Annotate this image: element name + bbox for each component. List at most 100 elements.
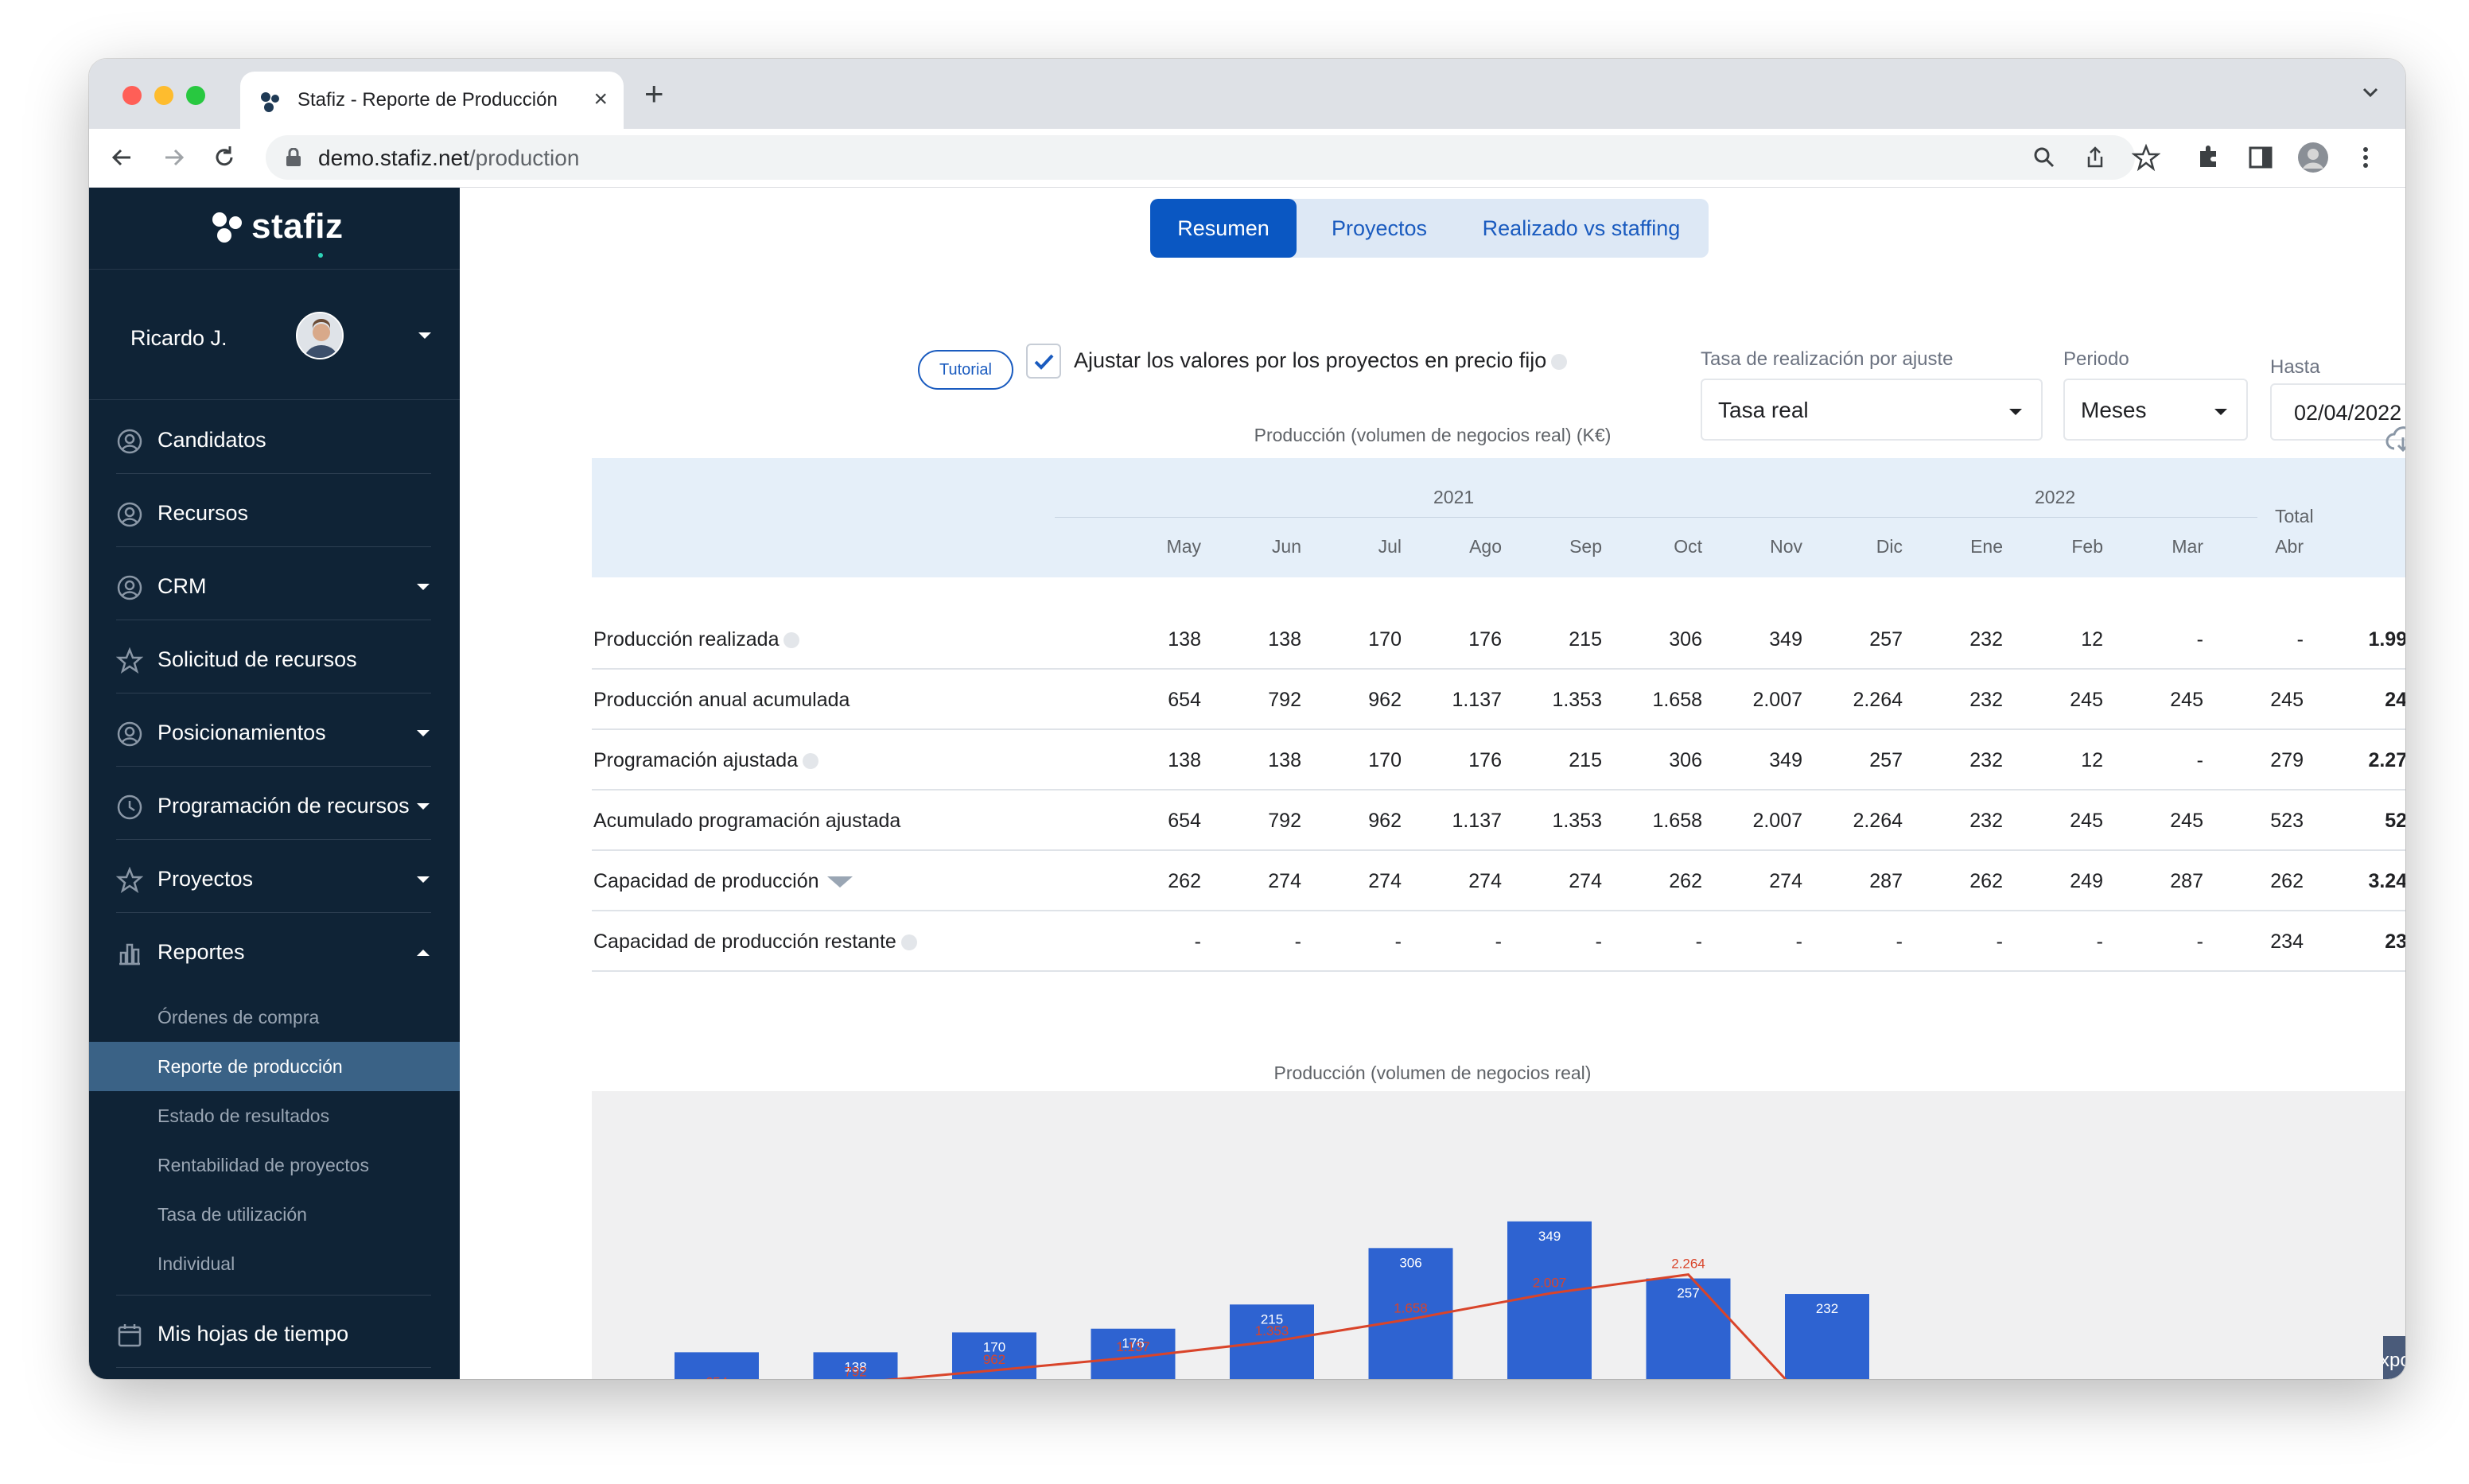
calendar-icon (118, 1324, 142, 1347)
table-cell: 176 (1468, 628, 1502, 651)
info-icon[interactable] (1551, 353, 1568, 370)
table-cell: 274 (1268, 870, 1301, 892)
table-row: Acumulado programación ajustada 654 792 962… (592, 791, 2405, 851)
chevron-down-icon (2214, 409, 2227, 415)
month-header: Jul (1378, 536, 1402, 557)
sidebar-item-posicionamientos[interactable]: Posicionamientos (116, 695, 431, 767)
month-header: Ene (1970, 536, 2003, 557)
close-window-button[interactable] (122, 86, 142, 105)
chart-bar-label: 257 (1677, 1286, 1699, 1301)
sidebar-subitem-rentabilidad-de-proyectos[interactable]: Rentabilidad de proyectos (89, 1140, 460, 1190)
month-header: Nov (1770, 536, 1802, 557)
browser-window: Stafiz - Reporte de Producción × + demo.… (89, 59, 2405, 1379)
new-tab-button[interactable]: + (644, 75, 664, 113)
user-name[interactable]: Ricardo J. (130, 326, 227, 351)
year-2021: 2021 (1433, 487, 1475, 507)
sidebar-item-recursos[interactable]: Recursos (116, 476, 431, 547)
address-bar[interactable]: demo.stafiz.net/production (266, 135, 2135, 180)
table-cell: 262 (1969, 870, 2003, 892)
profile-avatar-icon[interactable] (2297, 142, 2329, 173)
chart-line-label: 1.658 (1394, 1301, 1428, 1316)
sidebar-subitem-tasa-de-utilizacion[interactable]: Tasa de utilización (89, 1190, 460, 1239)
sidebar-item-candidatos[interactable]: Candidatos (116, 402, 431, 474)
table-cell: 306 (1669, 749, 1702, 771)
tab-proyectos[interactable]: Proyectos (1306, 199, 1452, 258)
row-label-text: Capacidad de producción (593, 870, 819, 892)
export-button[interactable]: Export (2383, 1336, 2405, 1379)
bookmark-star-icon[interactable] (2095, 145, 2121, 170)
table-cell: 232 (1969, 628, 2003, 651)
table-cell: 349 (1769, 749, 1802, 771)
cloud-download-icon[interactable] (2385, 423, 2405, 455)
back-arrow-icon[interactable] (107, 142, 138, 173)
sidebar-item-crm[interactable]: CRM (116, 549, 431, 620)
until-label: Hasta (2270, 356, 2320, 378)
url-path: /production (469, 146, 580, 170)
tab-resumen[interactable]: Resumen (1150, 199, 1297, 258)
tutorial-button[interactable]: Tutorial (918, 350, 1013, 390)
extensions-icon[interactable] (2194, 143, 2222, 172)
user-menu-caret[interactable] (418, 332, 431, 339)
table-cell: 176 (1468, 749, 1502, 771)
table-cell: 1.137 (1452, 810, 1502, 832)
chart-line-label: 962 (983, 1352, 1005, 1367)
table-cell: - (1294, 930, 1301, 953)
sidebar-item-proyectos[interactable]: Proyectos (116, 841, 431, 913)
tab-close-button[interactable]: × (593, 86, 608, 113)
browser-tab[interactable]: Stafiz - Reporte de Producción × (240, 72, 624, 129)
sidebar-divider (116, 1295, 431, 1296)
table-cell: 232 (1969, 749, 2003, 771)
table-title: Producción (volumen de negocios real) (K… (1254, 425, 1612, 445)
tab-realizado-vs-staffing[interactable]: Realizado vs staffing (1462, 199, 1701, 258)
star-icon[interactable] (2132, 143, 2160, 172)
until-date-value: 02/04/2022 (2294, 401, 2402, 425)
chevron-down-icon[interactable] (826, 876, 853, 888)
info-icon[interactable] (783, 632, 800, 649)
sidebar-subitem-ordenes-de-compra[interactable]: Órdenes de compra (89, 993, 460, 1042)
table-cell: - (1194, 930, 1201, 953)
row-label: Capacidad de producción (593, 870, 853, 893)
info-icon[interactable] (900, 934, 917, 951)
table-total-cell: 234 (2385, 930, 2405, 953)
user-circle-icon (117, 429, 142, 454)
minimize-window-button[interactable] (154, 86, 173, 105)
table-cell: 138 (1268, 628, 1301, 651)
row-label: Programación ajustada (593, 749, 819, 772)
side-panel-icon[interactable] (2246, 143, 2275, 172)
table-cell: 232 (1969, 810, 2003, 832)
chart-bar[interactable] (1507, 1221, 1592, 1379)
table-cell: 274 (1569, 870, 1602, 892)
star-icon (116, 647, 143, 674)
chevron-down-icon (417, 584, 430, 590)
chevron-down-icon[interactable] (2359, 81, 2382, 103)
sidebar-item-reportes[interactable]: Reportes (116, 915, 431, 986)
sidebar-item-mis-hojas-de-tiempo[interactable]: Mis hojas de tiempo (116, 1296, 431, 1368)
forward-arrow-icon[interactable] (157, 142, 189, 173)
table-cell: 138 (1168, 749, 1201, 771)
table-cell: 962 (1368, 689, 1402, 711)
maximize-window-button[interactable] (186, 86, 205, 105)
info-icon[interactable] (803, 753, 819, 770)
table-cell: - (2296, 628, 2304, 651)
reload-icon[interactable] (208, 142, 240, 173)
sidebar-item-solicitud-de-recursos[interactable]: Solicitud de recursos (116, 622, 431, 693)
sidebar-item-programacion-de-recursos[interactable]: Programación de recursos (116, 768, 431, 840)
more-vert-icon[interactable] (2351, 143, 2380, 172)
chart-area: 138170176215306349257232126547929621.137… (592, 1091, 2405, 1379)
table-cell: - (2196, 930, 2203, 953)
sidebar-subitem-estado-de-resultados[interactable]: Estado de resultados (89, 1091, 460, 1140)
brand-accent-dot (318, 253, 323, 258)
table-cell: 262 (1168, 870, 1201, 892)
brand-name: stafiz (251, 207, 344, 246)
table-cell: 1.137 (1452, 689, 1502, 711)
table-cell: 245 (2170, 810, 2203, 832)
table-cell: 2.007 (1752, 689, 1802, 711)
zoom-icon[interactable] (2032, 145, 2057, 170)
adjust-fixed-price-checkbox[interactable] (1026, 344, 1061, 379)
checkmark-icon (1034, 354, 1054, 370)
table-cell: 232 (1969, 689, 2003, 711)
avatar[interactable] (296, 312, 344, 359)
sidebar-subitem-reporte-de-produccion[interactable]: Reporte de producción (89, 1042, 460, 1091)
sidebar-item-label: Solicitud de recursos (157, 647, 357, 671)
sidebar-subitem-individual[interactable]: Individual (89, 1239, 460, 1288)
